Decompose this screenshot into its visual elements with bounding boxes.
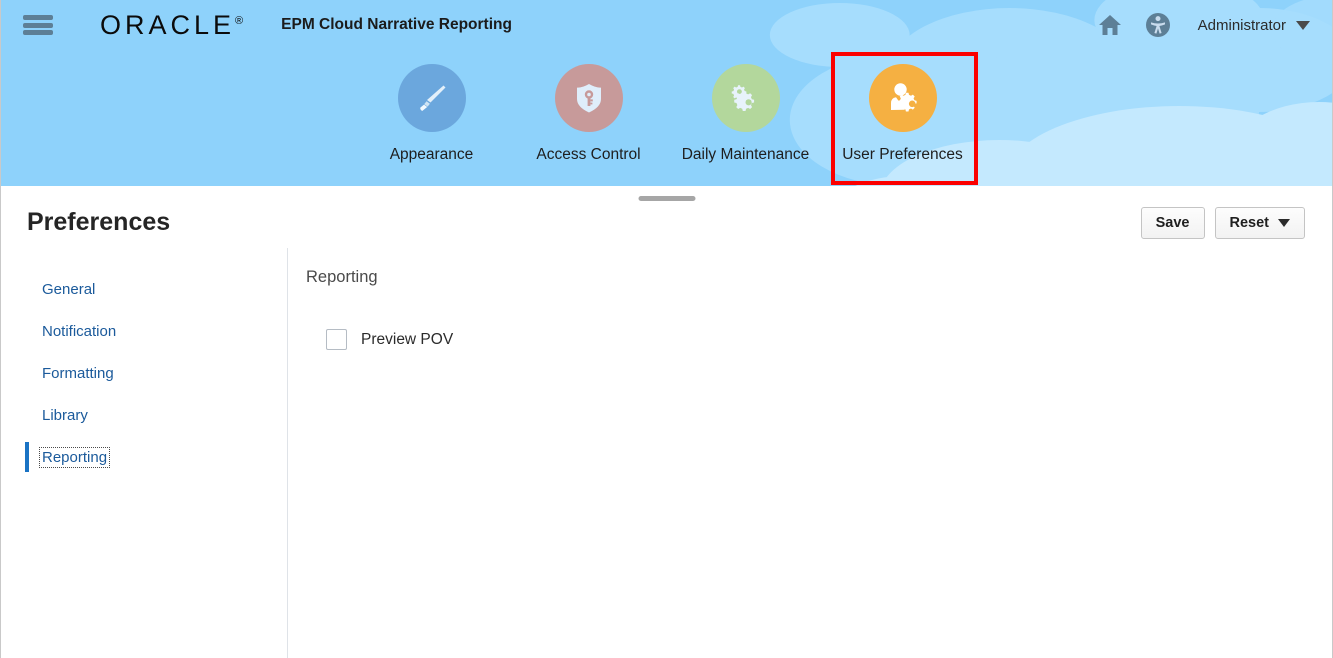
page-title: Preferences: [27, 207, 171, 236]
hamburger-bar: [23, 15, 53, 20]
page-header-actions: Save Reset: [1140, 207, 1305, 239]
sidebar-item-label: General: [42, 280, 96, 298]
sidebar-item-reporting[interactable]: Reporting: [1, 436, 287, 478]
oracle-logo-text: ORACLE: [100, 9, 236, 40]
sidebar-item-label: Reporting: [38, 446, 111, 468]
card-label: Daily Maintenance: [681, 146, 810, 163]
sidebar-item-library[interactable]: Library: [1, 394, 287, 436]
registered-mark: ®: [235, 14, 244, 27]
sidebar-item-label: Formatting: [42, 364, 114, 382]
sidebar-item-label: Notification: [42, 322, 117, 340]
save-button-label: Save: [1155, 215, 1190, 231]
preview-pov-label: Preview POV: [361, 330, 454, 348]
sidebar-item-label: Library: [42, 406, 88, 424]
shield-key-icon: [554, 64, 623, 132]
user-settings-icon: [868, 64, 937, 132]
preferences-body: General Notification Formatting Library …: [1, 248, 1332, 658]
user-settings-icon-glyph: [890, 83, 917, 112]
card-label: Appearance: [389, 146, 474, 163]
card-daily-maintenance[interactable]: Daily Maintenance: [672, 57, 819, 164]
card-label: Access Control: [536, 146, 641, 163]
oracle-logo[interactable]: ORACLE®: [100, 10, 243, 41]
chevron-down-icon: [1296, 20, 1310, 30]
sidebar-item-notification[interactable]: Notification: [1, 310, 287, 352]
banner: ORACLE® EPM Cloud Narrative Reporting Ad…: [1, 0, 1332, 186]
card-appearance[interactable]: Appearance: [358, 57, 505, 164]
gears-icon: [711, 64, 780, 132]
content-area: Preferences Save Reset General Notificat…: [1, 186, 1332, 658]
user-menu-label: Administrator: [1197, 16, 1286, 34]
home-icon-glyph: [1098, 15, 1121, 35]
paintbrush-icon: [397, 64, 466, 132]
chevron-down-icon: [1278, 219, 1290, 227]
home-icon[interactable]: [1092, 7, 1128, 43]
shield-key-icon-glyph: [576, 84, 601, 113]
accessibility-icon[interactable]: [1140, 7, 1176, 43]
sidebar-item-formatting[interactable]: Formatting: [1, 352, 287, 394]
preview-pov-row[interactable]: Preview POV: [306, 329, 1332, 350]
hamburger-bar: [23, 22, 53, 28]
preview-pov-checkbox[interactable]: [326, 329, 347, 350]
gears-icon-glyph: [731, 85, 754, 112]
card-label: User Preferences: [842, 146, 963, 163]
reporting-settings-panel: Reporting Preview POV: [288, 248, 1332, 658]
card-user-preferences[interactable]: User Preferences: [829, 57, 976, 164]
card-access-control[interactable]: Access Control: [515, 57, 662, 164]
paintbrush-icon-glyph: [419, 85, 445, 111]
top-bar-actions: Administrator: [1080, 7, 1332, 43]
accessibility-icon-glyph: [1145, 13, 1170, 37]
preferences-sidebar: General Notification Formatting Library …: [1, 248, 288, 658]
hamburger-menu-icon[interactable]: [23, 13, 53, 37]
reset-button-label: Reset: [1229, 215, 1270, 231]
application-window: ORACLE® EPM Cloud Narrative Reporting Ad…: [0, 0, 1333, 658]
hamburger-bar: [23, 30, 53, 35]
reset-button[interactable]: Reset: [1214, 207, 1305, 239]
navigation-cards: Appearance Access Control Daily Maintena…: [1, 57, 1332, 177]
sidebar-item-general[interactable]: General: [1, 268, 287, 310]
top-navigation-bar: ORACLE® EPM Cloud Narrative Reporting Ad…: [1, 0, 1332, 50]
save-button[interactable]: Save: [1140, 207, 1205, 239]
application-title: EPM Cloud Narrative Reporting: [281, 16, 512, 33]
panel-title: Reporting: [306, 268, 378, 286]
user-menu[interactable]: Administrator: [1198, 17, 1310, 34]
banner-resize-handle[interactable]: [638, 196, 695, 201]
